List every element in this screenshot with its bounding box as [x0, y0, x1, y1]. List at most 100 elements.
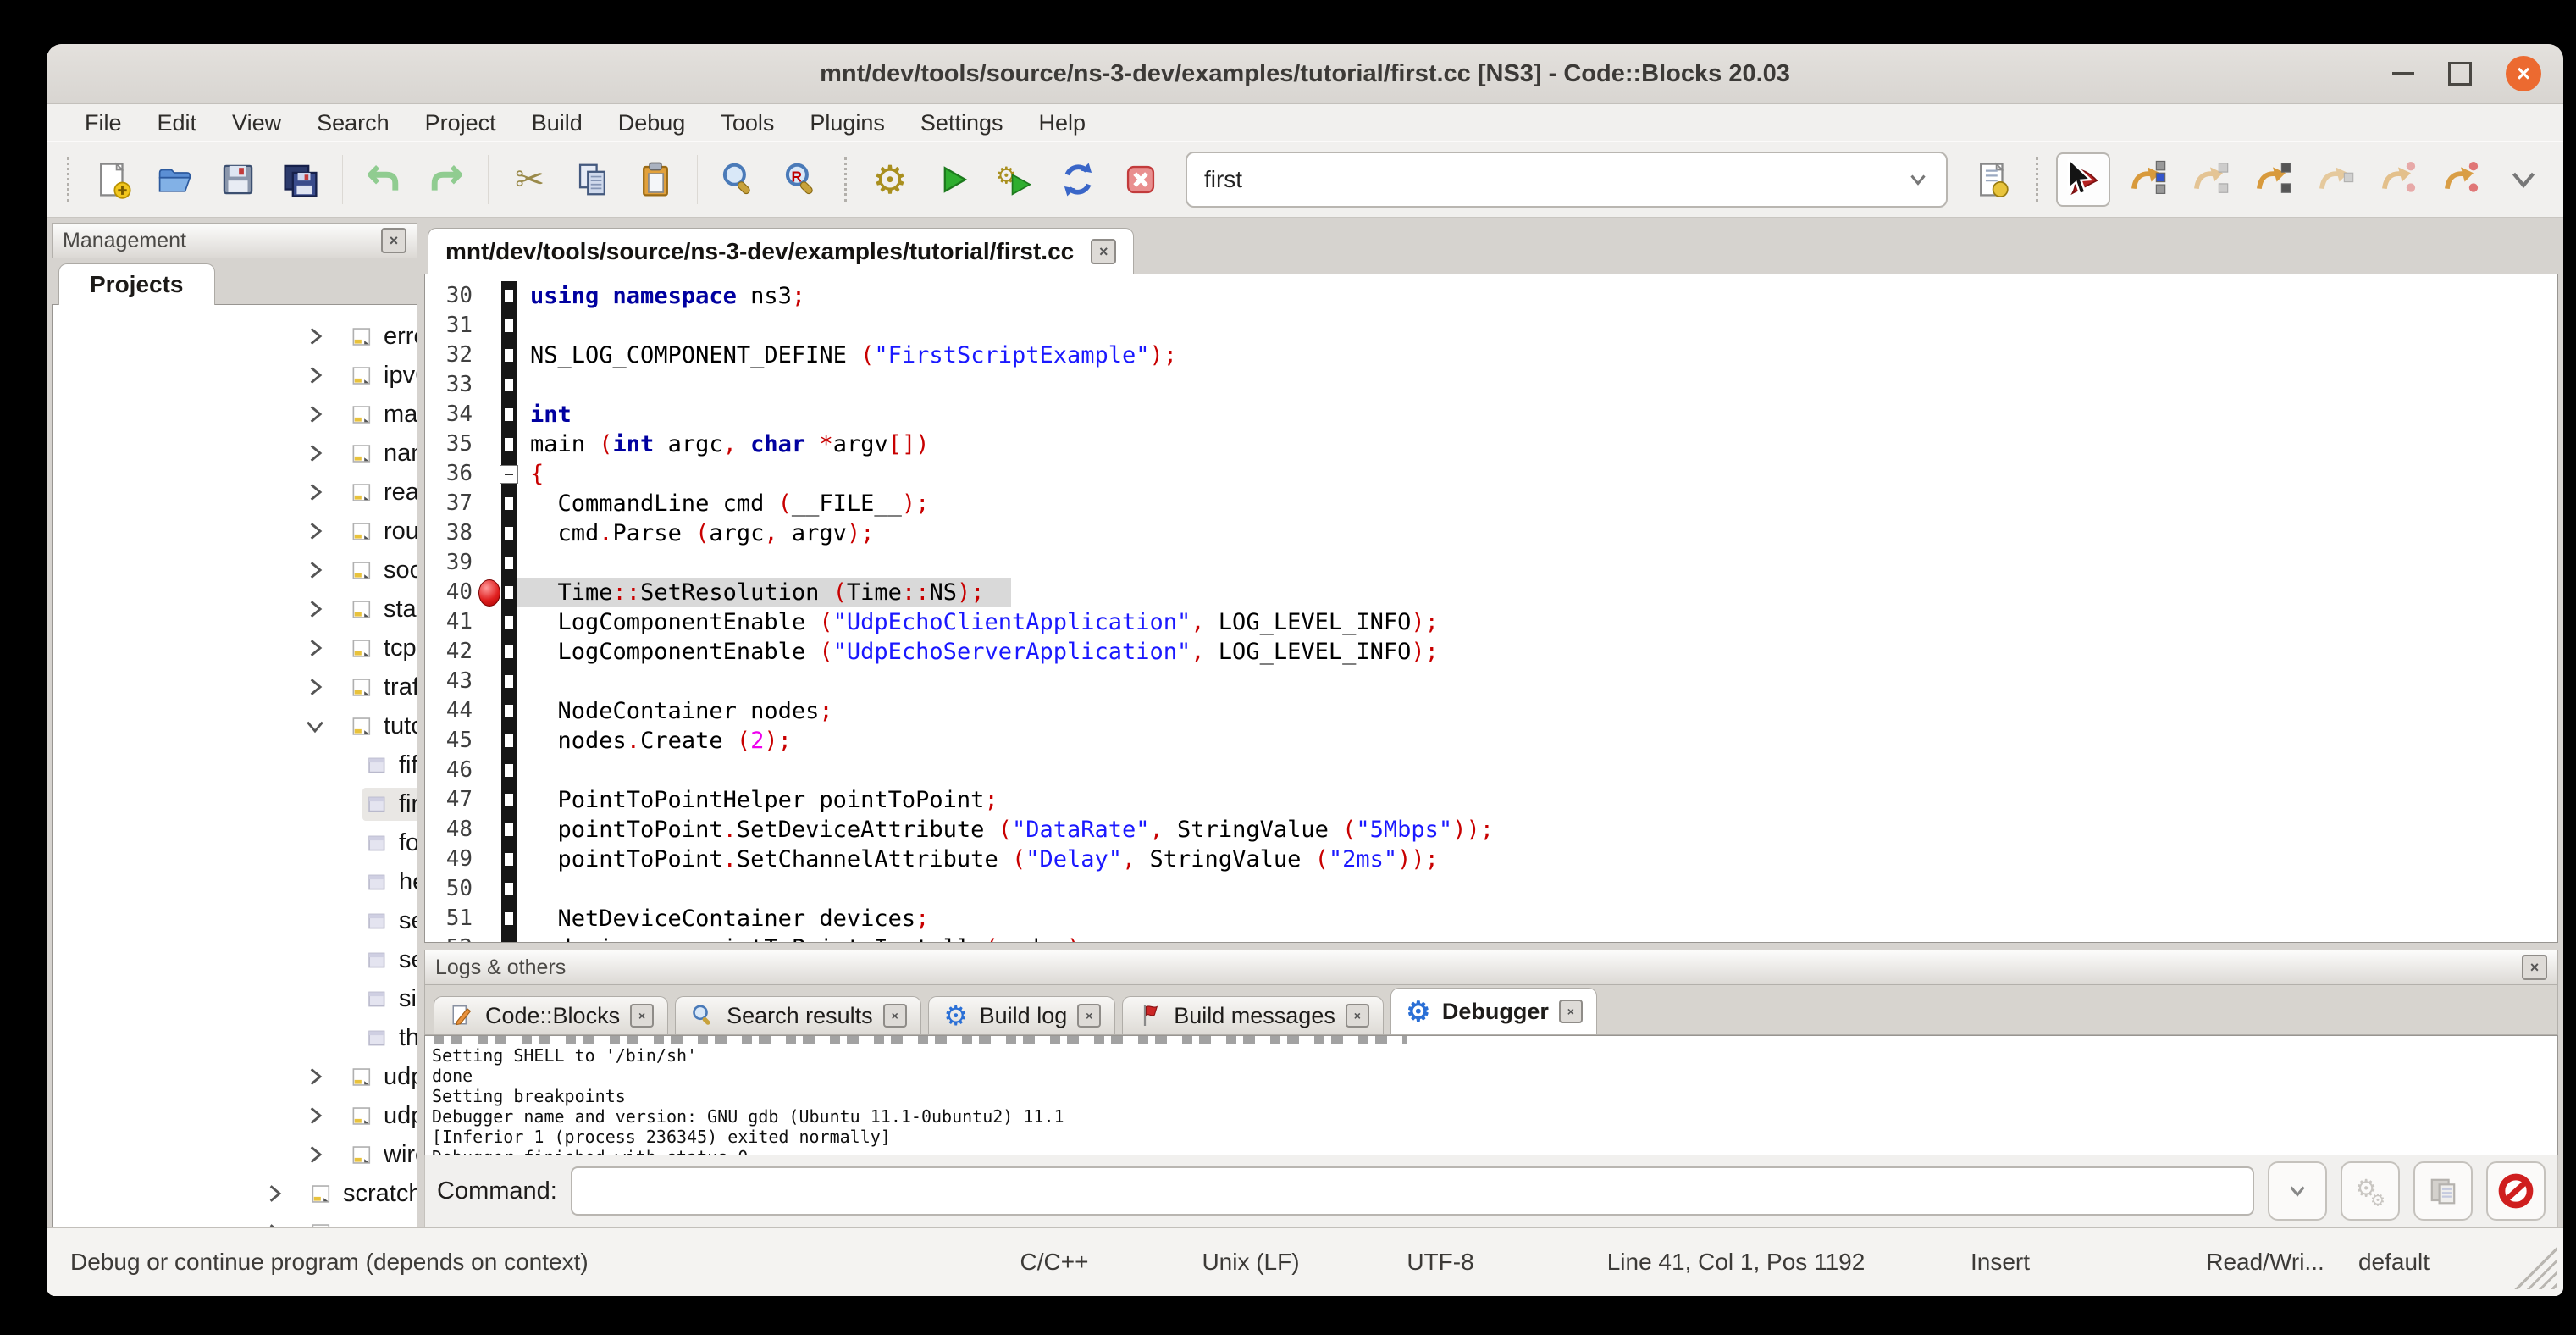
breakpoint-margin[interactable]: [478, 845, 501, 874]
chevron-right-icon[interactable]: [303, 363, 327, 387]
chevron-right-icon[interactable]: [263, 1221, 286, 1227]
new-file-button[interactable]: [87, 154, 138, 205]
chevron-right-icon[interactable]: [303, 1143, 327, 1166]
menu-search[interactable]: Search: [299, 104, 407, 141]
next-instruction-button[interactable]: [2373, 152, 2424, 203]
abort-build-button[interactable]: [1115, 154, 1166, 205]
close-icon[interactable]: ×: [1559, 1000, 1583, 1023]
code-line-48[interactable]: 48 pointToPoint.SetDeviceAttribute ("Dat…: [425, 815, 2557, 845]
copy-log-button[interactable]: [2413, 1161, 2473, 1221]
breakpoint-margin[interactable]: [478, 904, 501, 933]
code-line-31[interactable]: 31: [425, 311, 2557, 341]
code-line-33[interactable]: 33: [425, 370, 2557, 400]
step-into-button[interactable]: [2247, 152, 2298, 203]
breakpoint-margin[interactable]: [478, 696, 501, 726]
breakpoint-margin[interactable]: [478, 281, 501, 311]
paste-button[interactable]: [630, 154, 681, 205]
debug-continue-button[interactable]: [2056, 152, 2110, 207]
close-icon[interactable]: ×: [883, 1004, 907, 1028]
tree-item-tcp[interactable]: tcp: [53, 629, 417, 668]
toolbar-grip[interactable]: [67, 157, 69, 202]
next-line-button[interactable]: [2185, 152, 2236, 203]
tree-item-fir[interactable]: fir: [53, 784, 417, 823]
tree-item-nam[interactable]: nam: [53, 434, 417, 473]
tree-item-sock[interactable]: sock: [53, 551, 417, 590]
menu-settings[interactable]: Settings: [903, 104, 1021, 141]
tree-item-he[interactable]: he: [53, 862, 417, 901]
menu-plugins[interactable]: Plugins: [792, 104, 903, 141]
code-line-43[interactable]: 43: [425, 667, 2557, 696]
save-all-button[interactable]: [275, 154, 326, 205]
breakpoint-margin[interactable]: [478, 341, 501, 370]
breakpoint-margin[interactable]: [478, 637, 501, 667]
chevron-right-icon[interactable]: [303, 519, 327, 543]
tree-item-erro[interactable]: erro: [53, 317, 417, 356]
breakpoint-margin[interactable]: [478, 785, 501, 815]
save-file-button[interactable]: [213, 154, 263, 205]
menu-help[interactable]: Help: [1020, 104, 1103, 141]
toolbar-grip[interactable]: [844, 157, 847, 202]
breakpoint-icon[interactable]: [478, 579, 500, 607]
breakpoint-margin[interactable]: [478, 667, 501, 696]
menu-tools[interactable]: Tools: [703, 104, 792, 141]
menu-project[interactable]: Project: [407, 104, 514, 141]
breakpoint-margin[interactable]: [478, 726, 501, 756]
close-icon[interactable]: ×: [1077, 1004, 1101, 1028]
find-button[interactable]: [713, 154, 764, 205]
project-tree[interactable]: erroipv6matnamreallroutsockstattcptrafft…: [52, 304, 417, 1227]
copy-button[interactable]: [567, 154, 618, 205]
maximize-button[interactable]: [2448, 62, 2472, 86]
menu-build[interactable]: Build: [514, 104, 600, 141]
menu-view[interactable]: View: [214, 104, 299, 141]
tree-item-se[interactable]: se: [53, 940, 417, 979]
fold-marker-icon[interactable]: [500, 465, 518, 484]
code-line-49[interactable]: 49 pointToPoint.SetChannelAttribute ("De…: [425, 845, 2557, 874]
close-icon[interactable]: ×: [381, 228, 406, 253]
run-to-cursor-button[interactable]: [2122, 152, 2173, 203]
code-line-39[interactable]: 39: [425, 548, 2557, 578]
tree-item-wire[interactable]: wire: [53, 1135, 417, 1174]
close-icon[interactable]: ×: [1091, 239, 1116, 264]
code-line-37[interactable]: 37 CommandLine cmd (__FILE__);: [425, 489, 2557, 518]
tree-item-traff[interactable]: traff: [53, 668, 417, 706]
tree-item-se[interactable]: se: [53, 901, 417, 940]
chevron-right-icon[interactable]: [303, 324, 327, 348]
undo-button[interactable]: [358, 154, 409, 205]
chevron-right-icon[interactable]: [303, 1065, 327, 1088]
code-line-35[interactable]: 35main (int argc, char *argv[]): [425, 429, 2557, 459]
logs-caption[interactable]: Logs & others ×: [424, 950, 2558, 985]
tree-item-udp[interactable]: udp: [53, 1057, 417, 1096]
breakpoint-margin[interactable]: [478, 578, 501, 607]
step-into-instruction-button[interactable]: [2435, 152, 2486, 203]
chevron-right-icon[interactable]: [303, 636, 327, 660]
chevron-right-icon[interactable]: [303, 441, 327, 465]
code-line-44[interactable]: 44 NodeContainer nodes;: [425, 696, 2557, 726]
code-line-46[interactable]: 46: [425, 756, 2557, 785]
code-line-42[interactable]: 42 LogComponentEnable ("UdpEchoServerApp…: [425, 637, 2557, 667]
log-tab-code-blocks[interactable]: Code::Blocks×: [434, 996, 668, 1034]
breakpoint-margin[interactable]: [478, 459, 501, 489]
tree-item-th[interactable]: th: [53, 1018, 417, 1057]
log-tab-build-messages[interactable]: Build messages×: [1122, 996, 1384, 1034]
breakpoint-margin[interactable]: [478, 429, 501, 459]
menu-file[interactable]: File: [67, 104, 140, 141]
stop-debugger-button[interactable]: [2486, 1161, 2546, 1221]
close-icon[interactable]: ×: [630, 1004, 654, 1028]
chevron-right-icon[interactable]: [303, 675, 327, 699]
chevron-right-icon[interactable]: [303, 1104, 327, 1127]
chevron-down-icon[interactable]: [303, 714, 327, 738]
log-tab-build-log[interactable]: ⚙Build log×: [928, 996, 1116, 1034]
build-target-input[interactable]: [1202, 165, 1905, 194]
code-line-41[interactable]: 41 LogComponentEnable ("UdpEchoClientApp…: [425, 607, 2557, 637]
log-tab-debugger[interactable]: ⚙Debugger×: [1390, 988, 1597, 1034]
replace-button[interactable]: R: [776, 154, 826, 205]
log-tab-search-results[interactable]: Search results×: [675, 996, 921, 1034]
command-history-button[interactable]: [2268, 1161, 2327, 1221]
breakpoint-margin[interactable]: [478, 548, 501, 578]
step-out-button[interactable]: [2310, 152, 2361, 203]
breakpoint-margin[interactable]: [478, 311, 501, 341]
code-line-51[interactable]: 51 NetDeviceContainer devices;: [425, 904, 2557, 933]
code-line-36[interactable]: 36{: [425, 459, 2557, 489]
chevron-right-icon[interactable]: [303, 480, 327, 504]
code-line-52[interactable]: 52 devices = pointToPoint.Install (nodes…: [425, 933, 2557, 943]
